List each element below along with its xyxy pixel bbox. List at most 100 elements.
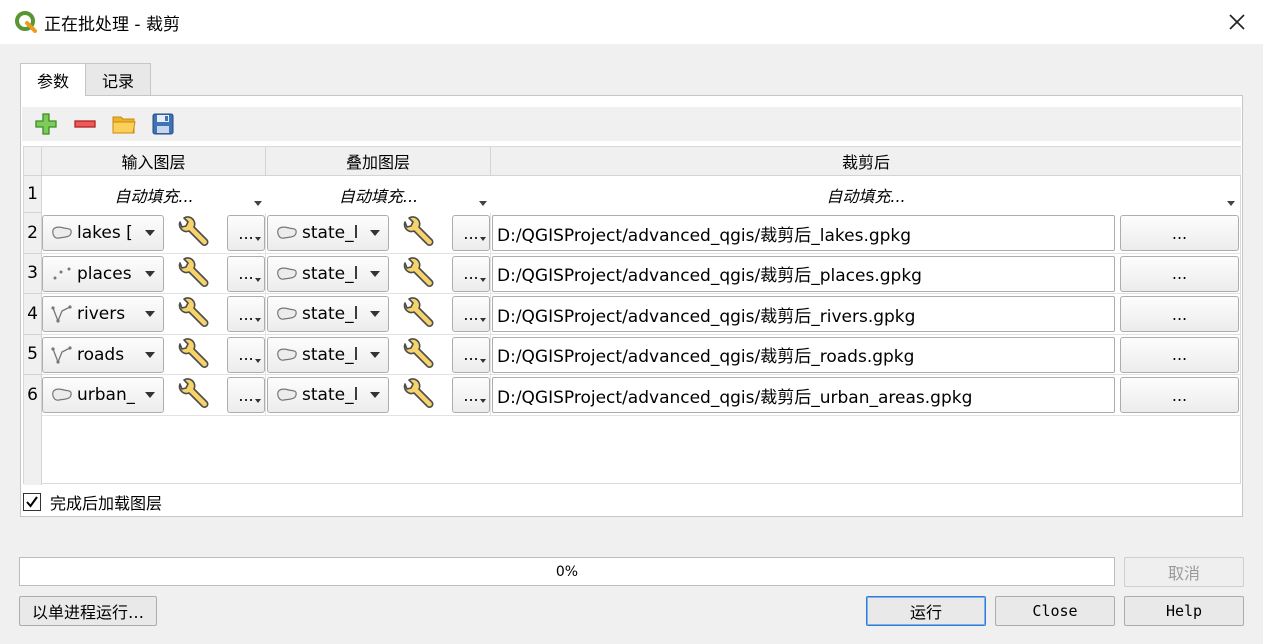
overlay-layer-browse-button[interactable]: ... bbox=[452, 336, 490, 373]
output-browse-button[interactable]: ... bbox=[1120, 215, 1239, 251]
close-window-icon[interactable] bbox=[1225, 10, 1249, 34]
overlay-layer-browse-button[interactable]: ... bbox=[452, 255, 490, 292]
point-layer-icon bbox=[53, 267, 71, 279]
overlay-layer-combo[interactable]: state_l bbox=[267, 336, 389, 373]
add-row-button[interactable] bbox=[30, 109, 62, 139]
wrench-icon bbox=[178, 337, 209, 368]
output-path-field[interactable]: D:/QGISProject/advanced_qgis/裁剪后_places.… bbox=[492, 255, 1115, 292]
input-layer-settings-button[interactable] bbox=[175, 256, 213, 292]
close-button[interactable]: Close bbox=[995, 596, 1115, 626]
output-path-field[interactable]: D:/QGISProject/advanced_qgis/裁剪后_urban_a… bbox=[492, 377, 1115, 413]
save-icon bbox=[152, 113, 174, 135]
input-layer-browse-button[interactable]: ... bbox=[227, 255, 265, 292]
input-layer-combo[interactable]: lakes [ bbox=[42, 215, 164, 251]
cancel-button[interactable]: 取消 bbox=[1124, 557, 1244, 587]
dots-label: ... bbox=[238, 304, 254, 324]
input-layer-combo[interactable]: places bbox=[42, 255, 164, 292]
output-path-field[interactable]: D:/QGISProject/advanced_qgis/裁剪后_lakes.g… bbox=[492, 215, 1115, 251]
overlay-layer-combo[interactable]: state_l bbox=[267, 377, 389, 413]
batch-table: 输入图层 叠加图层 裁剪后 1 自动填充... 自动填充... 自动填充... … bbox=[23, 146, 1241, 485]
overlay-layer-browse-button[interactable]: ... bbox=[452, 377, 490, 413]
input-layer-combo[interactable]: rivers bbox=[42, 296, 164, 332]
column-header-output[interactable]: 裁剪后 bbox=[491, 147, 1241, 176]
input-layer-combo[interactable]: roads bbox=[42, 336, 164, 373]
qgis-logo-icon bbox=[15, 11, 37, 33]
autofill-input[interactable]: 自动填充... bbox=[42, 176, 266, 213]
load-layers-checkbox[interactable] bbox=[23, 493, 41, 511]
input-layer-browse-button[interactable]: ... bbox=[227, 215, 265, 251]
output-browse-button[interactable]: ... bbox=[1120, 296, 1239, 332]
tab-log[interactable]: 记录 bbox=[85, 63, 152, 95]
overlay-polygon-layer-icon bbox=[277, 348, 297, 361]
overlay-layer-combo[interactable]: state_l bbox=[267, 296, 389, 332]
autofill-overlay[interactable]: 自动填充... bbox=[266, 176, 491, 213]
chevron-down-icon bbox=[370, 311, 380, 317]
dots-label: ... bbox=[238, 223, 254, 243]
output-path-field[interactable]: D:/QGISProject/advanced_qgis/裁剪后_rivers.… bbox=[492, 296, 1115, 332]
input-layer-browse-button[interactable]: ... bbox=[227, 336, 265, 373]
chevron-down-icon bbox=[370, 270, 380, 277]
chevron-down-icon bbox=[145, 392, 155, 398]
row-number: 2 bbox=[24, 213, 42, 254]
output-path-field[interactable]: D:/QGISProject/advanced_qgis/裁剪后_roads.g… bbox=[492, 336, 1115, 373]
autofill-output[interactable]: 自动填充... bbox=[491, 176, 1241, 213]
input-layer-browse-button[interactable]: ... bbox=[227, 296, 265, 332]
wrench-icon bbox=[178, 256, 209, 287]
input-layer-settings-button[interactable] bbox=[175, 337, 213, 373]
input-layer-browse-button[interactable]: ... bbox=[227, 377, 265, 413]
overlay-layer-settings-button[interactable] bbox=[400, 337, 438, 373]
chevron-down-icon bbox=[480, 237, 486, 241]
overlay-layer-browse-button[interactable]: ... bbox=[452, 296, 490, 332]
column-header-input[interactable]: 输入图层 bbox=[42, 147, 266, 176]
chevron-down-icon bbox=[255, 318, 261, 322]
dots-label: ... bbox=[463, 304, 479, 324]
dots-label: ... bbox=[463, 385, 479, 405]
polygon-layer-icon bbox=[52, 388, 72, 401]
overlay-layer-name: state_l bbox=[302, 344, 359, 365]
row-number: 6 bbox=[24, 375, 42, 416]
input-layer-settings-button[interactable] bbox=[175, 296, 213, 332]
overlay-layer-settings-button[interactable] bbox=[400, 256, 438, 292]
overlay-layer-browse-button[interactable]: ... bbox=[452, 215, 490, 251]
overlay-layer-settings-button[interactable] bbox=[400, 296, 438, 332]
tab-parameters[interactable]: 参数 bbox=[20, 63, 87, 96]
wrench-icon bbox=[178, 297, 209, 327]
chevron-down-icon bbox=[145, 270, 155, 277]
input-layer-combo[interactable]: urban_ bbox=[42, 377, 164, 413]
chevron-down-icon bbox=[145, 311, 155, 317]
window-title: 正在批处理 - 裁剪 bbox=[44, 14, 180, 35]
output-browse-button[interactable]: ... bbox=[1120, 336, 1239, 373]
chevron-down-icon bbox=[145, 351, 155, 358]
input-layer-settings-button[interactable] bbox=[175, 377, 213, 413]
output-browse-button[interactable]: ... bbox=[1120, 255, 1239, 292]
input-layer-name: lakes [ bbox=[77, 223, 133, 243]
overlay-layer-settings-button[interactable] bbox=[400, 215, 438, 251]
wrench-icon bbox=[178, 216, 209, 246]
row-number: 1 bbox=[24, 176, 42, 213]
help-button[interactable]: Help bbox=[1124, 596, 1244, 626]
chevron-down-icon bbox=[255, 237, 261, 241]
load-layers-row: 完成后加载图层 bbox=[23, 489, 162, 515]
chevron-down-icon bbox=[1227, 201, 1235, 206]
autofill-overlay-label: 自动填充... bbox=[338, 186, 419, 206]
overlay-layer-combo[interactable]: state_l bbox=[267, 215, 389, 251]
progress-text: 0% bbox=[555, 563, 579, 580]
wrench-icon bbox=[403, 378, 434, 408]
save-button[interactable] bbox=[147, 109, 179, 139]
row-number: 3 bbox=[24, 253, 42, 294]
run-button[interactable]: 运行 bbox=[866, 596, 986, 626]
output-browse-button[interactable]: ... bbox=[1120, 377, 1239, 413]
wrench-icon bbox=[403, 337, 434, 368]
overlay-layer-settings-button[interactable] bbox=[400, 377, 438, 413]
column-header-overlay[interactable]: 叠加图层 bbox=[266, 147, 491, 176]
open-file-button[interactable] bbox=[108, 109, 140, 139]
overlay-polygon-layer-icon bbox=[277, 388, 297, 401]
remove-row-button[interactable] bbox=[69, 109, 101, 139]
input-layer-name: roads bbox=[77, 344, 125, 365]
title-bar: 正在批处理 - 裁剪 bbox=[0, 0, 1263, 44]
polygon-layer-icon bbox=[52, 226, 72, 239]
overlay-layer-combo[interactable]: state_l bbox=[267, 255, 389, 292]
run-single-process-button[interactable]: 以单进程运行… bbox=[19, 596, 157, 626]
dots-label: ... bbox=[238, 264, 254, 283]
input-layer-settings-button[interactable] bbox=[175, 215, 213, 251]
